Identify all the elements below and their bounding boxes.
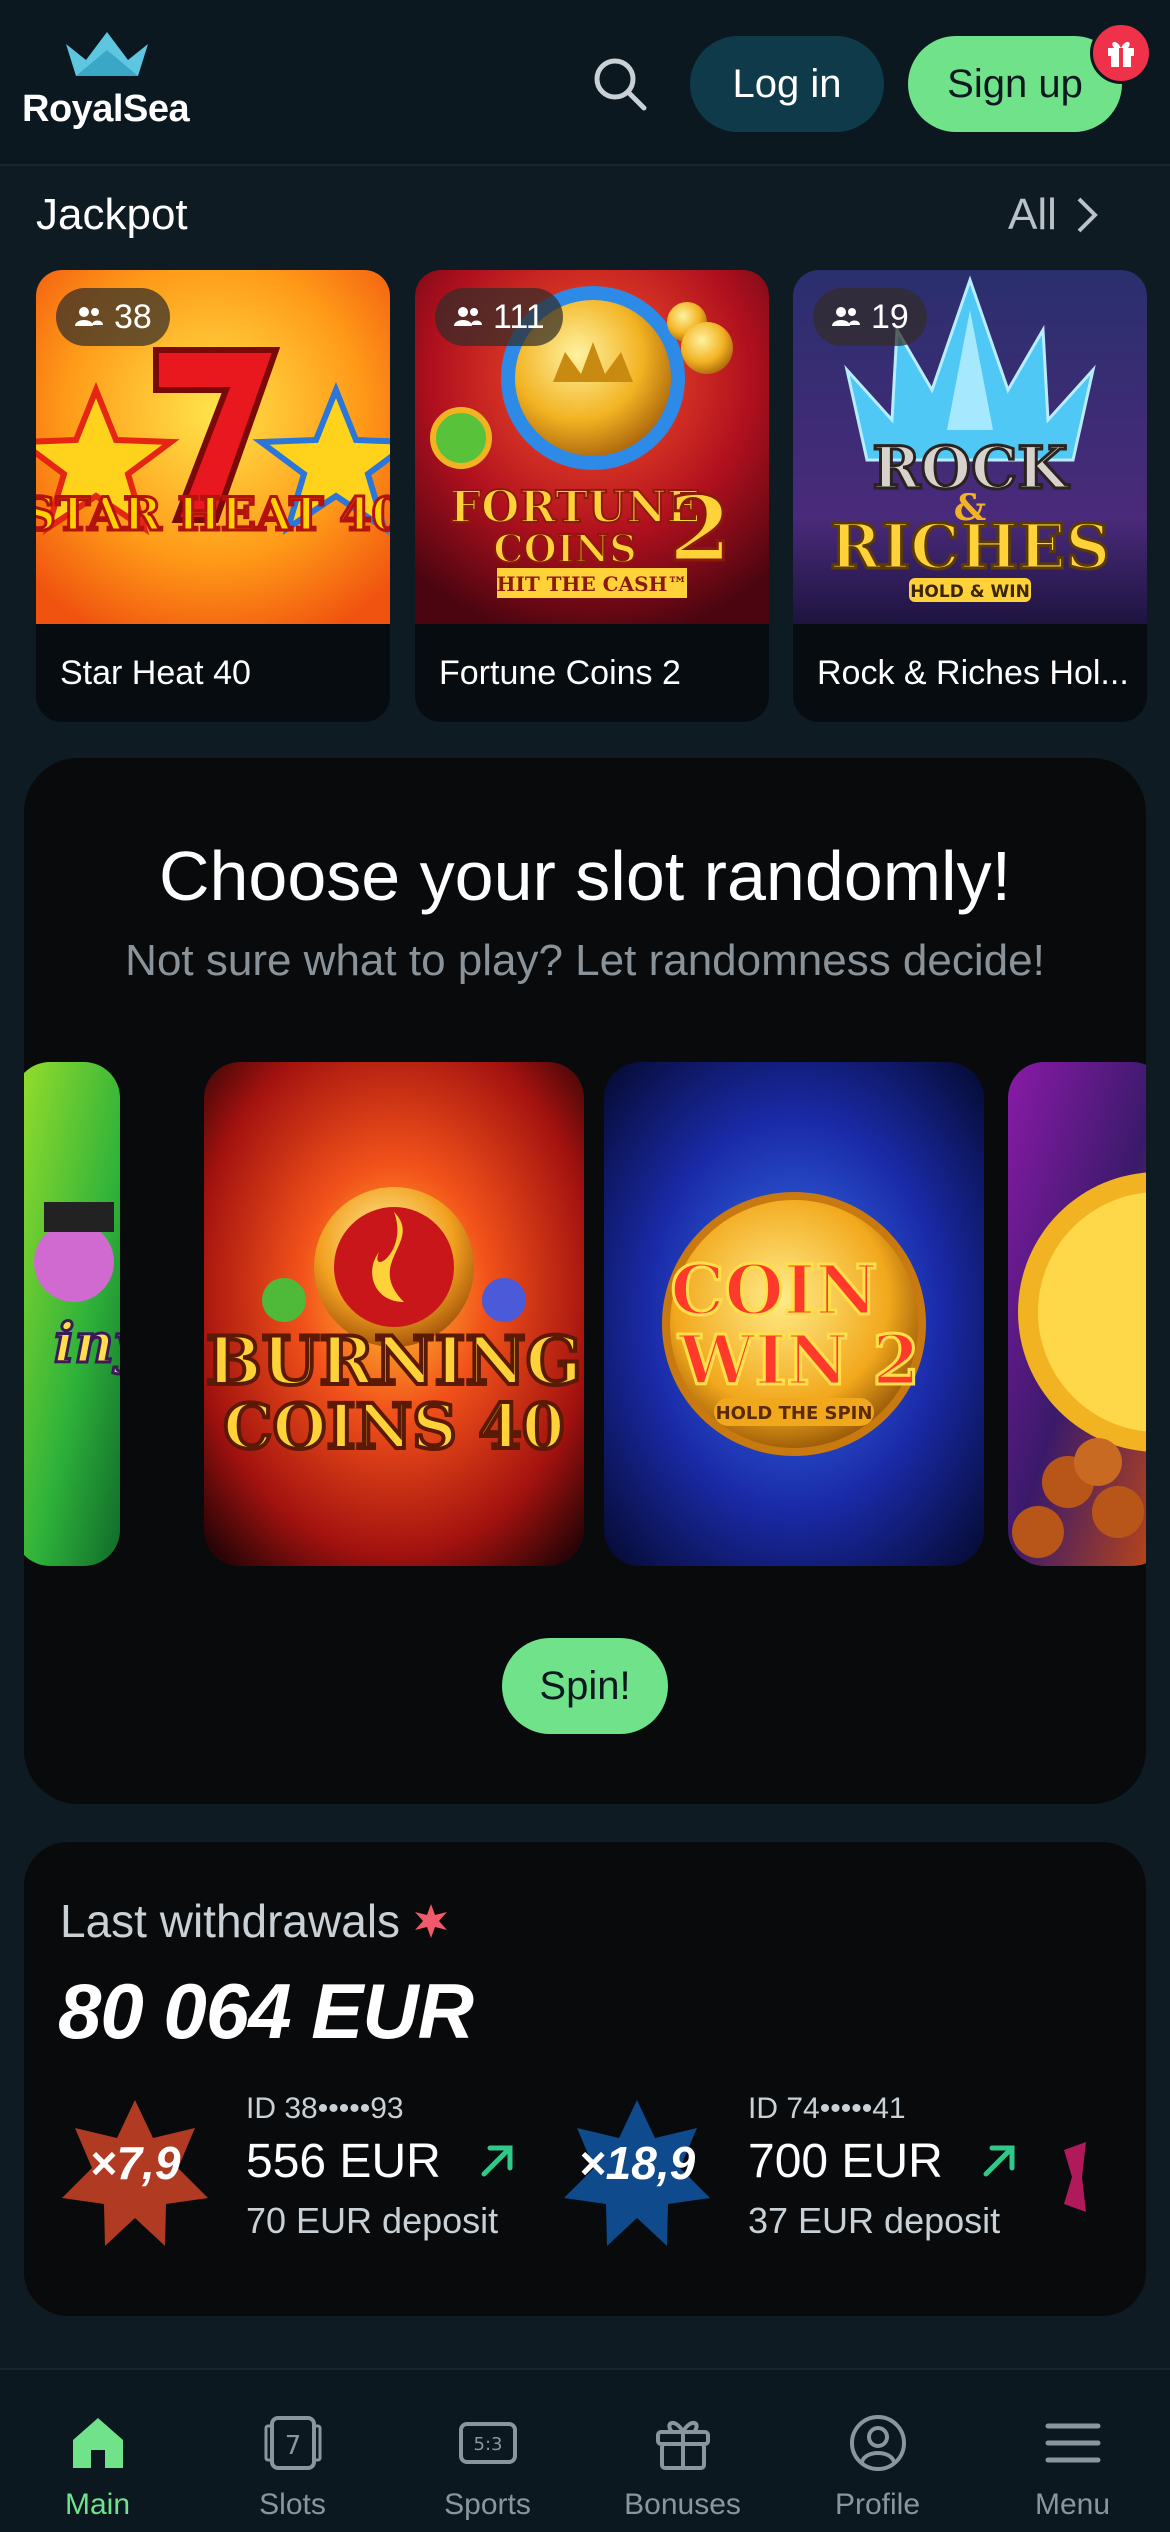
nav-item-slots[interactable]: 7 Slots [195, 2370, 390, 2532]
search-button[interactable] [580, 44, 660, 124]
nav-item-menu[interactable]: Menu [975, 2370, 1170, 2532]
game-name: Rock & Riches Hol... [817, 654, 1129, 692]
jackpot-title: Jackpot [36, 190, 188, 239]
withdrawals-label-text: Last withdrawals [60, 1895, 401, 1947]
crown-icon [66, 32, 148, 76]
hamburger-icon [1045, 2423, 1101, 2463]
svg-text:2: 2 [669, 476, 732, 582]
multiplier-star-icon-partial [1064, 2142, 1086, 2212]
jackpot-all-link[interactable]: All [1008, 190, 1099, 240]
game-name: Star Heat 40 [60, 654, 251, 692]
logo-text: RoyalSea [22, 88, 190, 130]
svg-text:iny: iny [54, 1311, 120, 1375]
withdrawal-item: ×18,9 ID 74•••••41 700 EUR 37 EUR deposi… [562, 2092, 1022, 2252]
arrow-up-right-icon [983, 2145, 1015, 2177]
burning-coins-40-art: BURNING COINS 40 [204, 1062, 584, 1566]
nav-label: Bonuses [624, 2488, 741, 2521]
search-icon [594, 58, 647, 111]
player-count: 19 [871, 297, 909, 336]
random-slot-card: Choose your slot randomly! Not sure what… [24, 758, 1146, 1804]
nav-label: Slots [259, 2488, 326, 2521]
svg-text:7: 7 [285, 2431, 302, 2461]
withdrawals-total: 80 064 EUR [58, 1967, 474, 2055]
all-label: All [1008, 190, 1057, 239]
user-id: ID 38•••••93 [246, 2092, 404, 2125]
gift-icon [656, 2421, 710, 2470]
player-count-badge: 111 [435, 288, 563, 346]
art-text: HOLD THE SPIN [716, 1403, 873, 1424]
art-text: COIN [670, 1251, 877, 1331]
jackpot-game-card[interactable]: FORTUNE COINS 2 HIT THE CASH™ 111 Fortun… [415, 270, 769, 722]
svg-text:5:3: 5:3 [474, 2434, 503, 2455]
last-withdrawals-label: Last withdrawals [60, 1894, 450, 1948]
top-header: RoyalSea Log in Sign up [0, 0, 1170, 166]
withdrawal-amount: 700 EUR [748, 2135, 943, 2188]
game-name: Fortune Coins 2 [439, 654, 681, 692]
player-count: 38 [114, 297, 152, 336]
deposit-amount: 37 EUR deposit [748, 2200, 1001, 2241]
deposit-amount: 70 EUR deposit [246, 2200, 499, 2241]
slot-tile-coin-win[interactable]: COIN WIN 2 HOLD THE SPIN [604, 1062, 984, 1566]
royalsea-logo[interactable]: RoyalSea [22, 30, 202, 140]
bottom-navigation: Main 7 Slots 5:3 Sports Bonuses Profile … [0, 2368, 1170, 2532]
spin-button[interactable]: Spin! [502, 1638, 668, 1734]
star-burst-icon [415, 1904, 448, 1938]
jackpot-game-card[interactable]: ROCK & RICHES HOLD & WIN 19 Rock & Riche… [793, 270, 1147, 722]
art-text: COINS 40 [223, 1390, 565, 1463]
art-text: BURNING [206, 1322, 582, 1400]
withdrawal-amount: 556 EUR [246, 2135, 441, 2188]
player-count: 111 [493, 297, 545, 336]
user-id: ID 74•••••41 [748, 2092, 906, 2125]
nav-item-main[interactable]: Main [0, 2370, 195, 2532]
player-count-badge: 19 [813, 288, 927, 346]
svg-text:STAR HEAT 40: STAR HEAT 40 [36, 487, 390, 541]
slot-tile-partial-left[interactable]: iny [24, 1062, 120, 1566]
gift-icon [1108, 41, 1134, 67]
login-button[interactable]: Log in [690, 36, 884, 132]
nav-label: Profile [834, 2488, 921, 2521]
chevron-right-icon [1077, 197, 1098, 233]
home-icon [73, 2418, 123, 2468]
random-slot-subtitle: Not sure what to play? Let randomness de… [125, 936, 1045, 985]
nav-item-profile[interactable]: Profile [780, 2370, 975, 2532]
nav-label: Main [64, 2488, 131, 2521]
slot-tile-burning-coins[interactable]: BURNING COINS 40 [204, 1062, 584, 1566]
svg-text:HIT THE CASH™: HIT THE CASH™ [497, 572, 688, 596]
random-slot-title: Choose your slot randomly! [158, 837, 1012, 915]
slot-tile-partial-right[interactable] [1008, 1062, 1146, 1566]
slot-tile-art [1008, 1062, 1146, 1566]
users-icon [832, 307, 860, 326]
scoreboard-icon: 5:3 [459, 2422, 517, 2464]
app-page: RoyalSea Log in Sign up Jackpot All STAR… [0, 0, 1170, 2532]
nav-item-sports[interactable]: 5:3 Sports [390, 2370, 585, 2532]
svg-text:COINS: COINS [493, 526, 636, 571]
withdrawal-item: ×7,9 ID 38•••••93 556 EUR 70 EUR deposit [60, 2092, 520, 2252]
nav-label: Menu [1034, 2488, 1111, 2521]
slot-machine-icon: 7 [264, 2416, 322, 2470]
svg-text:HOLD & WIN: HOLD & WIN [910, 582, 1030, 602]
gift-badge[interactable] [1090, 22, 1152, 84]
last-withdrawals-card: Last withdrawals 80 064 EUR ×7,9 ID 38••… [24, 1842, 1146, 2316]
svg-text:RICHES: RICHES [830, 510, 1110, 583]
multiplier: ×18,9 [578, 2137, 696, 2189]
player-count-badge: 38 [56, 288, 170, 346]
art-text: WIN 2 [677, 1321, 919, 1401]
arrow-up-right-icon [481, 2145, 513, 2177]
multiplier: ×7,9 [89, 2137, 181, 2189]
nav-item-bonuses[interactable]: Bonuses [585, 2370, 780, 2532]
coin-win-2-art: COIN WIN 2 HOLD THE SPIN [604, 1062, 984, 1566]
users-icon [454, 307, 482, 326]
nav-label: Sports [444, 2488, 531, 2521]
slot-tile-art: iny [24, 1062, 120, 1566]
user-circle-icon [850, 2415, 906, 2471]
users-icon [75, 307, 103, 326]
jackpot-game-card[interactable]: STAR HEAT 40 38 Star Heat 40 [36, 270, 390, 722]
